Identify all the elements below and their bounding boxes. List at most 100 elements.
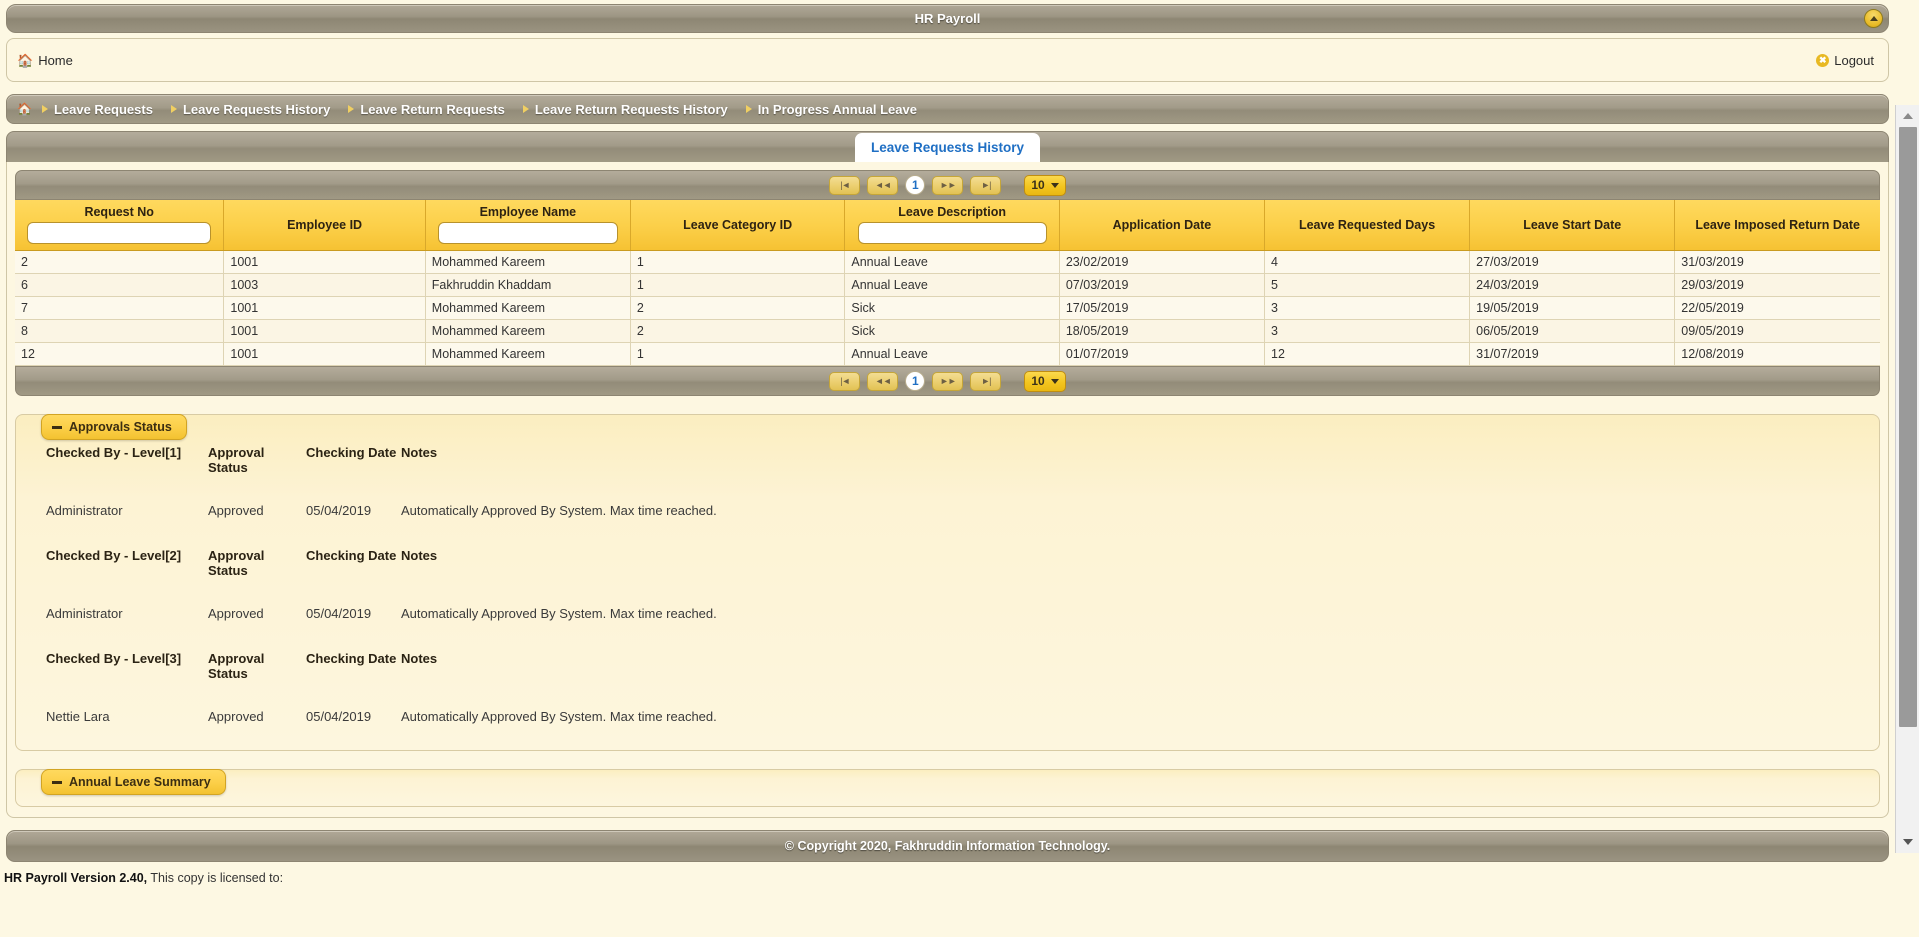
cell-request-no: 6 — [15, 273, 225, 297]
last-page-icon[interactable]: ►| — [970, 371, 1002, 391]
menu-item-in-progress-annual-leave[interactable]: In Progress Annual Leave — [740, 102, 929, 117]
collapse-up-icon[interactable] — [1864, 9, 1883, 28]
home-link[interactable]: 🏠 Home — [17, 53, 73, 68]
table-row[interactable]: 12 1001 Mohammed Kareem 1 Annual Leave 0… — [15, 342, 1880, 366]
previous-page-icon[interactable]: ◄◄ — [867, 371, 899, 391]
chevron-right-icon — [348, 105, 355, 113]
main-panel: |◄ ◄◄ 1 ►► ►| 10 Request No Employee ID … — [6, 162, 1889, 818]
cell-leave-category-id: 1 — [630, 342, 846, 366]
table-row[interactable]: 8 1001 Mohammed Kareem 2 Sick 18/05/2019… — [15, 319, 1880, 343]
cell-leave-requested-days: 3 — [1264, 296, 1471, 320]
current-page-button[interactable]: 1 — [905, 175, 926, 195]
logout-link-label: Logout — [1834, 52, 1874, 68]
approval-value-row: Administrator Approved 05/04/2019 Automa… — [46, 606, 1849, 621]
menu-item-leave-requests-history[interactable]: Leave Requests History — [165, 102, 342, 117]
approval-level-block: Checked By - Level[1] Approval Status Ch… — [46, 445, 1849, 518]
filter-request-no[interactable] — [27, 222, 212, 244]
cell-leave-requested-days: 4 — [1264, 250, 1471, 274]
column-header-label: Employee ID — [287, 217, 363, 232]
cell-request-no: 7 — [15, 296, 225, 320]
current-page-button[interactable]: 1 — [905, 371, 926, 391]
approval-value-row: Administrator Approved 05/04/2019 Automa… — [46, 503, 1849, 518]
first-page-icon[interactable]: |◄ — [829, 371, 861, 391]
column-header-label: Employee Name — [479, 205, 577, 219]
user-bar: 🏠 Home ✖ Logout — [6, 38, 1889, 82]
approval-status: Approved — [208, 709, 264, 724]
last-page-icon[interactable]: ►| — [970, 175, 1002, 195]
cell-leave-description: Annual Leave — [844, 273, 1060, 297]
column-header-label: Application Date — [1112, 217, 1212, 232]
cell-employee-id: 1001 — [223, 319, 426, 343]
scroll-up-icon[interactable] — [1896, 105, 1919, 127]
cell-leave-requested-days: 3 — [1264, 319, 1471, 343]
cell-leave-start-date: 24/03/2019 — [1469, 273, 1676, 297]
table-row[interactable]: 6 1003 Fakhruddin Khaddam 1 Annual Leave… — [15, 273, 1880, 297]
cell-leave-category-id: 1 — [630, 273, 846, 297]
previous-page-icon[interactable]: ◄◄ — [867, 175, 899, 195]
cell-employee-name: Mohammed Kareem — [425, 250, 631, 274]
approval-checking-date: 05/04/2019 — [306, 606, 372, 621]
page-size-value: 10 — [1031, 178, 1045, 192]
cell-leave-category-id: 1 — [630, 250, 846, 274]
pagination-top: |◄ ◄◄ 1 ►► ►| 10 — [15, 170, 1880, 200]
license-text: This copy is licensed to: — [147, 871, 284, 885]
cell-leave-requested-days: 5 — [1264, 273, 1471, 297]
table-row[interactable]: 7 1001 Mohammed Kareem 2 Sick 17/05/2019… — [15, 296, 1880, 320]
column-leave-start-date: Leave Start Date — [1469, 200, 1676, 251]
approval-header-row: Checked By - Level[2] Approval Status Ch… — [46, 548, 1849, 578]
menu-item-leave-return-requests[interactable]: Leave Return Requests — [342, 102, 517, 117]
menu-item-leave-requests[interactable]: Leave Requests — [36, 102, 165, 117]
approval-checking-date: 05/04/2019 — [306, 503, 372, 518]
approval-checked-by: Administrator — [46, 606, 123, 621]
cell-request-no: 12 — [15, 342, 225, 366]
approval-level-block: Checked By - Level[3] Approval Status Ch… — [46, 651, 1849, 724]
chevron-down-icon — [1050, 182, 1059, 188]
home-icon[interactable]: 🏠 — [17, 102, 32, 116]
annual-leave-summary-toggle[interactable]: Annual Leave Summary — [41, 769, 226, 795]
cell-application-date: 23/02/2019 — [1059, 250, 1266, 274]
approvals-status-toggle[interactable]: Approvals Status — [41, 414, 187, 440]
column-request-no: Request No — [15, 200, 225, 251]
column-application-date: Application Date — [1059, 200, 1266, 251]
table-row[interactable]: 2 1001 Mohammed Kareem 1 Annual Leave 23… — [15, 250, 1880, 274]
approval-notes: Automatically Approved By System. Max ti… — [401, 503, 717, 518]
chevron-right-icon — [745, 105, 752, 113]
content-scrollbar[interactable] — [1895, 105, 1919, 853]
approval-checking-date: 05/04/2019 — [306, 709, 372, 724]
minus-icon — [52, 780, 62, 784]
approval-col-checked-by: Checked By - Level[2] — [46, 548, 182, 563]
column-header-label: Leave Start Date — [1523, 217, 1622, 232]
home-icon: 🏠 — [17, 52, 34, 68]
menu-item-leave-return-requests-history[interactable]: Leave Return Requests History — [517, 102, 740, 117]
next-page-icon[interactable]: ►► — [932, 371, 964, 391]
cell-leave-description: Sick — [844, 319, 1060, 343]
version-label: HR Payroll Version 2.40, — [4, 871, 148, 885]
logout-link[interactable]: ✖ Logout — [1816, 53, 1874, 68]
page-size-select[interactable]: 10 — [1024, 174, 1066, 196]
column-header-label: Leave Imposed Return Date — [1695, 217, 1860, 232]
tab-strip: Leave Requests History — [6, 131, 1889, 162]
approval-header-row: Checked By - Level[3] Approval Status Ch… — [46, 651, 1849, 681]
next-page-icon[interactable]: ►► — [932, 175, 964, 195]
cell-leave-imposed-return-date: 29/03/2019 — [1674, 273, 1880, 297]
scrollbar-thumb[interactable] — [1899, 127, 1917, 727]
cell-employee-id: 1001 — [223, 250, 426, 274]
scroll-down-icon[interactable] — [1896, 831, 1919, 853]
cell-application-date: 18/05/2019 — [1059, 319, 1266, 343]
filter-employee-name[interactable] — [437, 222, 619, 244]
approvals-status-section: Approvals Status Checked By - Level[1] A… — [15, 414, 1880, 751]
column-leave-requested-days: Leave Requested Days — [1264, 200, 1471, 251]
page-size-value: 10 — [1031, 374, 1045, 388]
first-page-icon[interactable]: |◄ — [829, 175, 861, 195]
menu-item-label: Leave Requests — [53, 101, 153, 117]
footer-bar: © Copyright 2020, Fakhruddin Information… — [6, 830, 1889, 862]
table-header-row: Request No Employee ID Employee Name Lea… — [15, 200, 1880, 251]
tab-leave-requests-history[interactable]: Leave Requests History — [854, 133, 1041, 162]
cell-application-date: 01/07/2019 — [1059, 342, 1266, 366]
filter-leave-description[interactable] — [857, 222, 1047, 244]
triangle-down-glyph — [1903, 839, 1913, 845]
column-leave-imposed-return-date: Leave Imposed Return Date — [1674, 200, 1880, 251]
page-size-select[interactable]: 10 — [1024, 370, 1066, 392]
cell-leave-requested-days: 12 — [1264, 342, 1471, 366]
cell-employee-name: Mohammed Kareem — [425, 296, 631, 320]
